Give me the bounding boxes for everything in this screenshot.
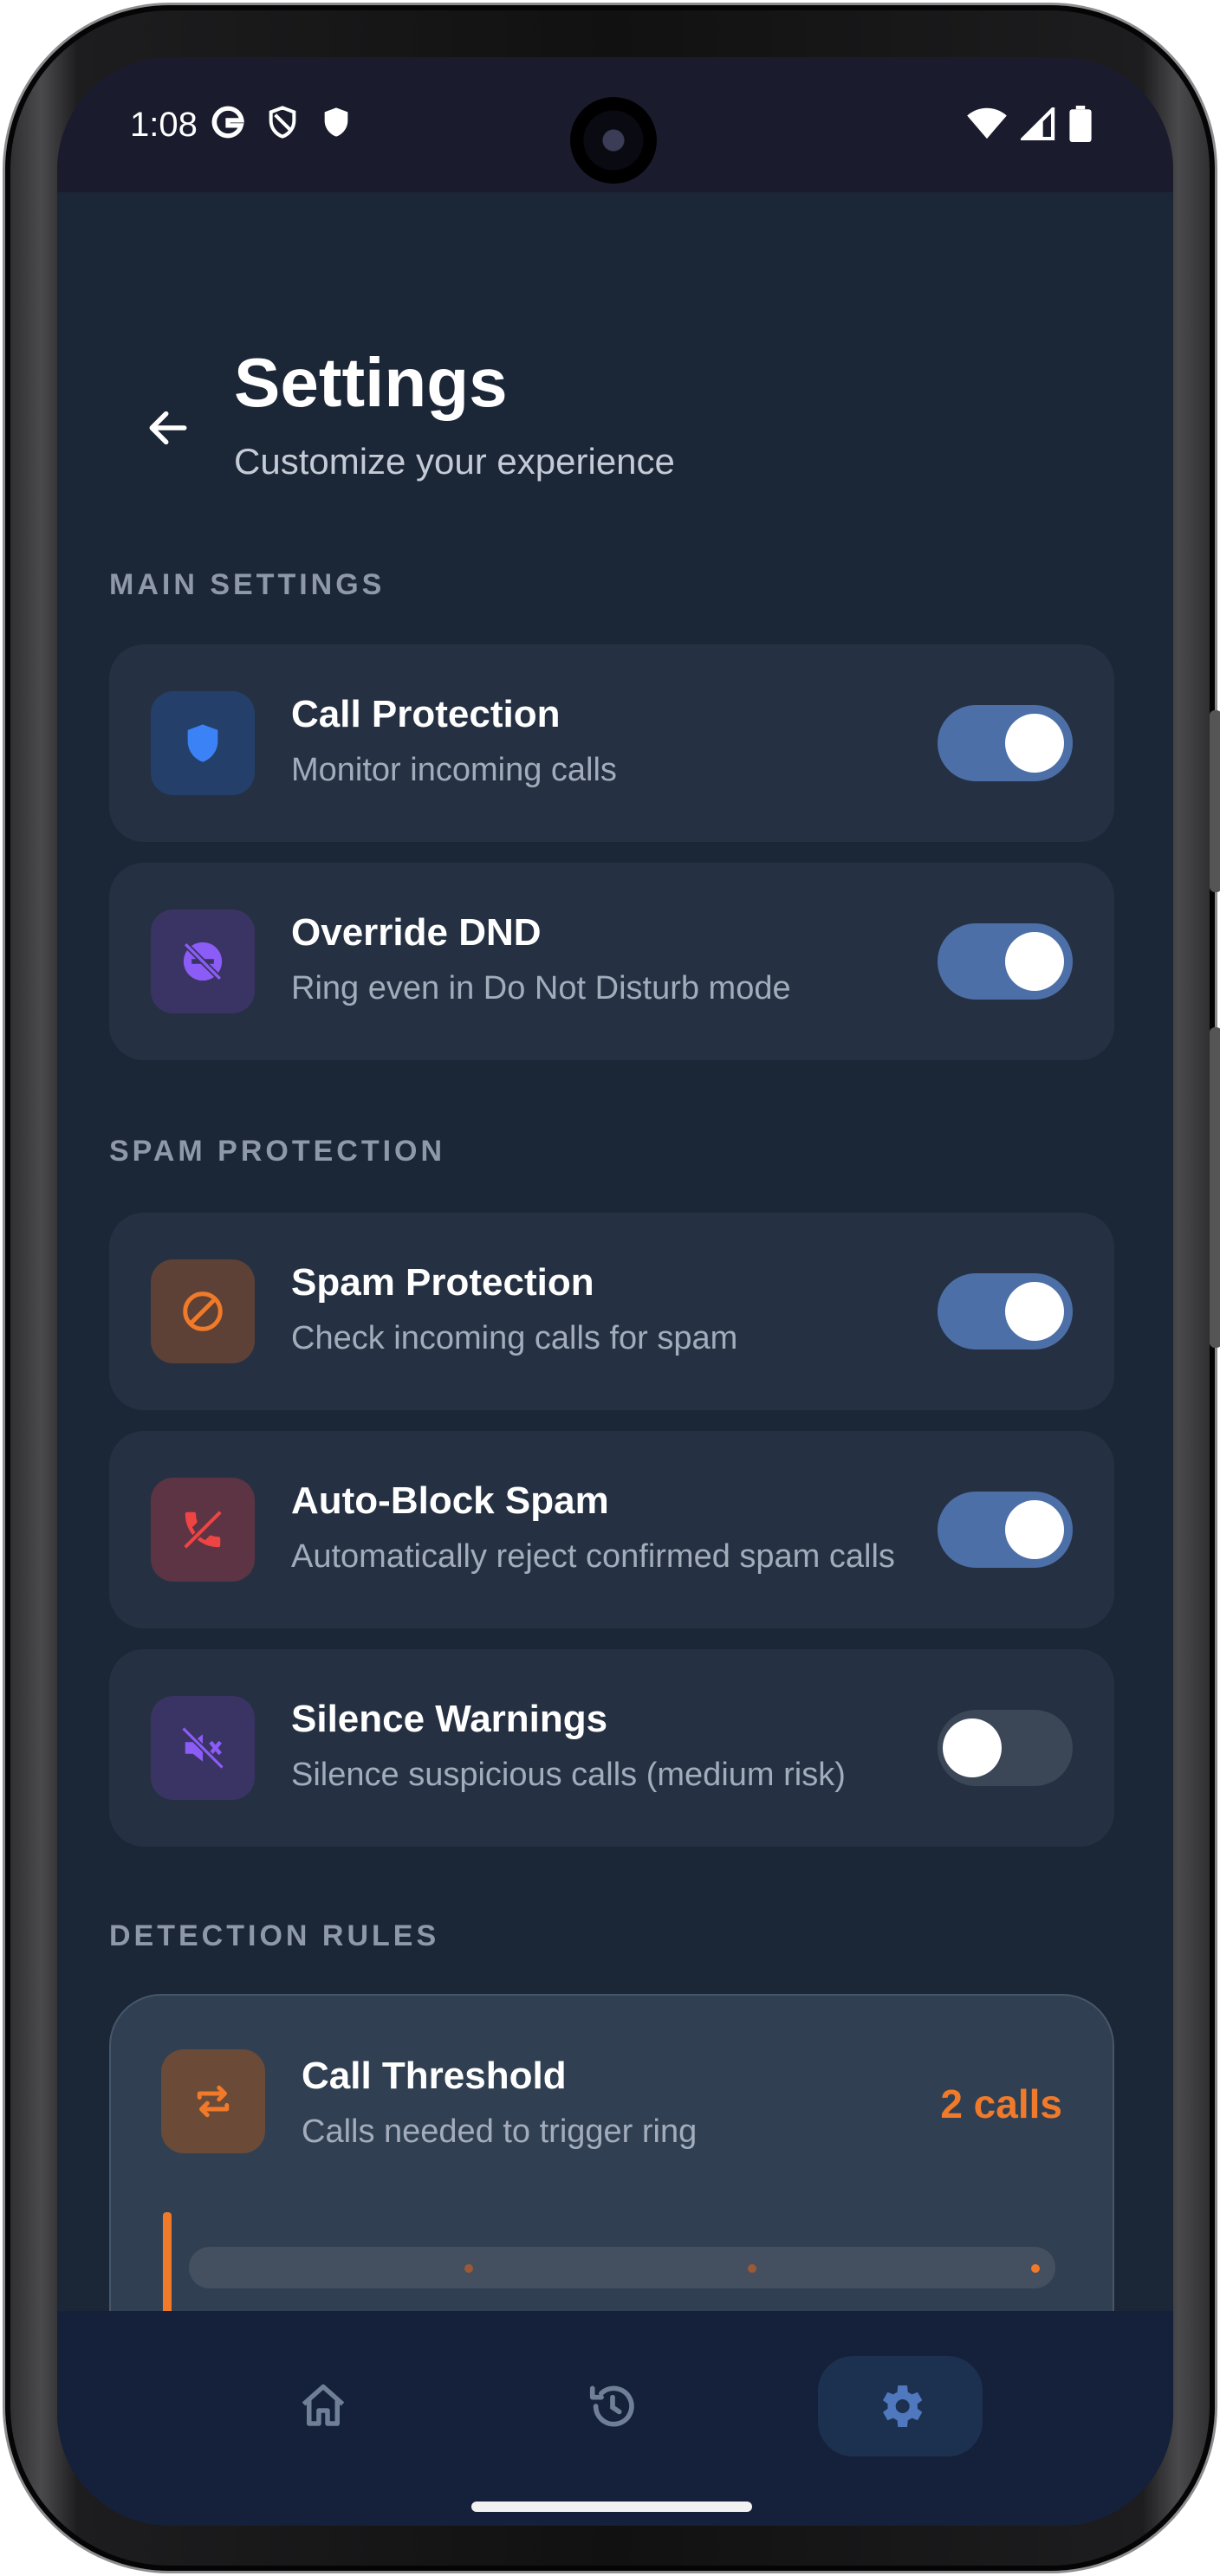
volume-up-button (1210, 710, 1220, 892)
setting-title: Call Protection (291, 693, 561, 735)
setting-description: Silence suspicious calls (medium risk) (291, 1757, 846, 1793)
toggle-knob (1005, 1282, 1064, 1341)
auto-block-spam-toggle[interactable] (938, 1492, 1073, 1568)
setting-row-auto-block-spam: Auto-Block Spam Automatically reject con… (109, 1431, 1114, 1628)
toggle-knob (1005, 714, 1064, 773)
nav-history[interactable] (530, 2356, 695, 2456)
settings-icon (883, 2385, 923, 2427)
setting-description: Check incoming calls for spam (291, 1320, 738, 1356)
silence-warnings-toggle[interactable] (938, 1710, 1073, 1786)
section-label-spam: SPAM PROTECTION (109, 1135, 446, 1168)
nav-settings[interactable] (818, 2356, 983, 2456)
power-button (1210, 1027, 1220, 1348)
threshold-value: 2 calls (940, 2081, 1062, 2126)
setting-description: Monitor incoming calls (291, 752, 617, 788)
slider-active-indicator (163, 2212, 172, 2316)
toggle-knob (943, 1718, 1002, 1777)
setting-row-silence-warnings: Silence Warnings Silence suspicious call… (109, 1649, 1114, 1847)
google-icon (210, 104, 246, 145)
home-indicator[interactable] (471, 2502, 752, 2512)
setting-title: Silence Warnings (291, 1698, 608, 1740)
home-icon (302, 2384, 345, 2426)
setting-description: Calls needed to trigger ring (302, 2113, 698, 2150)
setting-row-spam-protection: Spam Protection Check incoming calls for… (109, 1213, 1114, 1410)
nav-home[interactable] (241, 2356, 406, 2456)
slider-tick (464, 2264, 473, 2273)
override-dnd-toggle[interactable] (938, 923, 1073, 1000)
shield-icon (151, 691, 255, 795)
device-frame: 1:08 Settings Customize your experience … (5, 5, 1220, 2571)
threshold-slider[interactable] (189, 2247, 1055, 2288)
volume-off-icon (151, 1696, 255, 1800)
spam-protection-toggle[interactable] (938, 1273, 1073, 1349)
section-label-detection: DETECTION RULES (109, 1919, 440, 1952)
battery-icon (1069, 106, 1092, 146)
slider-tick-selected (1031, 2264, 1040, 2273)
setting-title: Override DND (291, 911, 542, 954)
toggle-knob (1005, 1500, 1064, 1559)
section-label-main: MAIN SETTINGS (109, 568, 386, 601)
call-protection-toggle[interactable] (938, 705, 1073, 781)
setting-row-override-dnd: Override DND Ring even in Do Not Disturb… (109, 863, 1114, 1060)
phone-off-icon (151, 1478, 255, 1582)
setting-title: Spam Protection (291, 1261, 594, 1304)
toggle-knob (1005, 932, 1064, 991)
shield-filled-icon (319, 104, 354, 145)
dnd-off-icon (151, 909, 255, 1013)
page-subtitle: Customize your experience (234, 441, 675, 482)
bottom-navigation (57, 2311, 1173, 2526)
slider-tick (748, 2264, 756, 2273)
repeat-icon (161, 2049, 265, 2153)
back-button[interactable] (133, 393, 203, 463)
front-camera (570, 97, 657, 184)
setting-description: Ring even in Do Not Disturb mode (291, 970, 791, 1006)
block-icon (151, 1259, 255, 1363)
screen: 1:08 Settings Customize your experience … (57, 57, 1173, 2526)
status-time: 1:08 (130, 106, 198, 144)
wifi-icon (967, 107, 1007, 145)
cell-signal-icon (1018, 104, 1055, 145)
setting-title: Call Threshold (302, 2055, 567, 2097)
arrow-left-icon (149, 411, 187, 445)
page-title: Settings (234, 344, 508, 421)
setting-row-call-protection: Call Protection Monitor incoming calls (109, 644, 1114, 842)
history-icon (589, 2385, 634, 2427)
setting-description: Automatically reject confirmed spam call… (291, 1538, 895, 1575)
shield-outline-icon (265, 104, 300, 145)
status-bar: 1:08 (57, 57, 1173, 192)
setting-title: Auto-Block Spam (291, 1479, 609, 1522)
